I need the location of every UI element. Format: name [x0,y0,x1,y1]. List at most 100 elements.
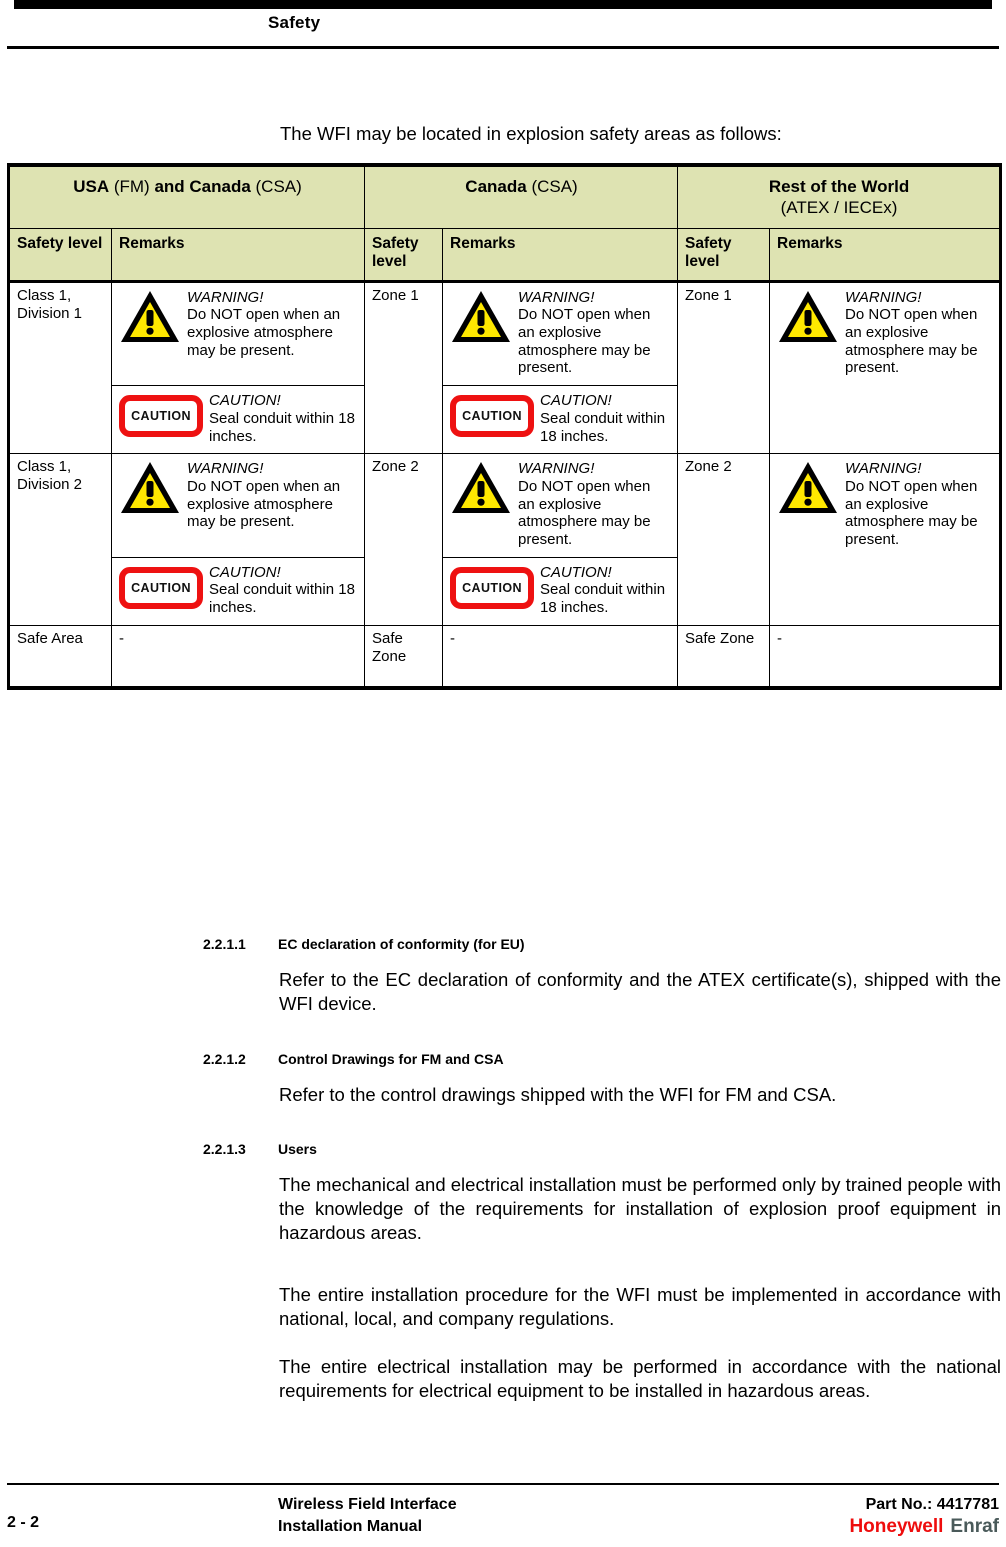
explosion-safety-areas-table: USA (FM) and Canada (CSA) Canada (CSA) R… [7,163,1003,690]
canada-caution-text-row2: CAUTION! Seal conduit within 18 inches. [540,564,671,617]
section-number-2-2-1-2: 2.2.1.2 [203,1051,246,1067]
usa-caution-body-row2: Seal conduit within 18 inches. [209,581,355,616]
header-group-world-reg: (ATEX / IECEx) [780,198,898,218]
table-group-header-row: USA (FM) and Canada (CSA) Canada (CSA) R… [7,163,1003,229]
honeywell-wordmark: Honeywell [849,1516,944,1537]
cell-world-safe-remarks: - [769,624,1003,690]
section-body-2-2-1-3-para3: The entire electrical installation may b… [279,1356,1001,1402]
table-row-safe-area: Safe Area - Safe Zone - Safe Zone - [7,624,1003,690]
usa-warning-body-row1: Do NOT open when an explosive atmosphere… [187,306,341,359]
page-top-rule [14,0,992,9]
cell-canada-warning-row2: WARNING! Do NOT open when an explosive a… [441,453,679,558]
section-title-2-2-1-1: EC declaration of conformity (for EU) [278,936,525,952]
cell-usa-safe-remarks: - [111,624,365,690]
cell-usa-caution-row1: CAUTION CAUTION! Seal conduit within 18 … [111,385,365,455]
header-group-canada-reg: (CSA) [526,177,578,196]
header-group-world: Rest of the World (ATEX / IECEx) [677,163,1003,229]
honeywell-enraf-logo: Honeywell Enraf [849,1516,999,1538]
usa-caution-text-row1: CAUTION! Seal conduit within 18 inches. [209,392,358,445]
usa-warning-lead-row1: WARNING! [187,288,264,306]
intro-text: The WFI may be located in explosion safe… [280,123,782,144]
caution-icon-label: CAUTION [462,580,522,595]
header-group-canada-bold: Canada [465,177,527,196]
subheader-usa-remarks: Remarks [111,227,365,283]
section-body-2-2-1-3-para2: The entire installation procedure for th… [279,1284,1001,1330]
cell-usa-caution-row2: CAUTION CAUTION! Seal conduit within 18 … [111,556,365,626]
caution-box-icon: CAUTION [119,395,203,438]
enraf-wordmark: Enraf [950,1516,999,1537]
cell-usa-safe-level: Safe Area [7,624,112,690]
canada-caution-body-row1: Seal conduit within 18 inches. [540,409,666,445]
world-warning-body-row1: Do NOT open when an explosive atmosphere… [845,306,978,377]
section-number-2-2-1-3: 2.2.1.3 [203,1141,246,1157]
header-group-world-bold: Rest of the World [768,177,910,196]
cell-world-level-row2: Zone 2 [677,453,771,626]
section-title-2-2-1-2: Control Drawings for FM and CSA [278,1051,504,1067]
cell-canada-level-row1: Zone 1 [364,280,443,455]
cell-usa-level-row1: Class 1, Division 1 [7,280,112,455]
footer-document-title: Wireless Field Interface [278,1496,457,1513]
world-warning-body-row2: Do NOT open when an explosive atmosphere… [845,477,978,548]
cell-world-warning-row1: WARNING! Do NOT open when an explosive a… [769,280,1003,455]
canada-caution-lead-row2: CAUTION! [540,563,612,581]
section-body-2-2-1-2: Refer to the control drawings shipped wi… [279,1084,837,1105]
section-title-2-2-1-3: Users [278,1141,317,1157]
canada-warning-body-row2: Do NOT open when an explosive atmosphere… [518,477,651,548]
subheader-canada-remarks: Remarks [441,227,679,283]
cell-usa-level-row2: Class 1, Division 2 [7,453,112,626]
usa-warning-text-row2: WARNING! Do NOT open when an explosive a… [187,460,358,531]
section-number-2-2-1-1: 2.2.1.1 [203,936,246,952]
table-row: Class 1, Division 1 WARNING! Do NOT open… [7,280,1003,455]
caution-box-icon: CAUTION [119,566,203,609]
caution-box-icon: CAUTION [450,566,534,609]
footer-rule [7,1483,999,1485]
canada-warning-text-row2: WARNING! Do NOT open when an explosive a… [518,460,671,548]
caution-icon-label: CAUTION [131,580,191,595]
usa-warning-lead-row2: WARNING! [187,460,264,478]
header-group-canada: Canada (CSA) [363,163,679,229]
usa-caution-text-row2: CAUTION! Seal conduit within 18 inches. [209,564,358,617]
world-warning-lead-row1: WARNING! [845,288,922,306]
footer-part-number: Part No.: 4417781 [865,1496,999,1513]
cell-usa-warning-row2: WARNING! Do NOT open when an explosive a… [111,453,365,558]
canada-warning-text-row1: WARNING! Do NOT open when an explosive a… [518,289,671,377]
subheader-usa-safety-level: Safety level [7,227,112,283]
cell-usa-warning-row1: WARNING! Do NOT open when an explosive a… [111,280,365,387]
warning-triangle-icon [452,290,510,342]
cell-canada-safe-remarks: - [441,624,679,690]
warning-triangle-icon [121,290,179,342]
usa-caution-body-row1: Seal conduit within 18 inches. [209,409,355,445]
cell-world-warning-row2: WARNING! Do NOT open when an explosive a… [769,453,1003,626]
world-warning-text-row2: WARNING! Do NOT open when an explosive a… [845,460,993,548]
canada-warning-lead-row2: WARNING! [518,460,595,478]
world-warning-lead-row2: WARNING! [845,460,922,478]
subheader-world-remarks: Remarks [769,227,1003,283]
page-header-title: Safety [268,13,321,32]
usa-warning-body-row2: Do NOT open when an explosive atmosphere… [187,477,341,531]
page-header-rule [7,46,999,49]
section-body-2-2-1-1: Refer to the EC declaration of conformit… [279,969,1001,1015]
canada-caution-lead-row1: CAUTION! [540,392,612,410]
caution-icon-label: CAUTION [462,409,522,424]
subheader-canada-safety-level: Safety level [364,227,443,283]
cell-world-safe-level: Safe Zone [677,624,771,690]
canada-caution-text-row1: CAUTION! Seal conduit within 18 inches. [540,392,671,445]
usa-warning-text-row1: WARNING! Do NOT open when an explosive a… [187,289,358,360]
cell-world-level-row1: Zone 1 [677,280,771,455]
cell-canada-caution-row1: CAUTION CAUTION! Seal conduit within 18 … [441,385,679,455]
caution-icon-label: CAUTION [131,409,191,424]
warning-triangle-icon [779,462,838,514]
cell-canada-caution-row2: CAUTION CAUTION! Seal conduit within 18 … [441,556,679,626]
canada-caution-body-row2: Seal conduit within 18 inches. [540,581,666,616]
footer-page-number: 2 - 2 [7,1514,40,1531]
cell-canada-level-row2: Zone 2 [364,453,443,626]
table-subheader-row: Safety level Remarks Safety level Remark… [7,227,1003,283]
usa-caution-lead-row2: CAUTION! [209,563,281,581]
header-group-usa-reg2: (CSA) [250,177,302,196]
warning-triangle-icon [779,290,838,342]
caution-box-icon: CAUTION [450,395,534,438]
usa-caution-lead-row1: CAUTION! [209,392,281,410]
cell-canada-warning-row1: WARNING! Do NOT open when an explosive a… [441,280,679,387]
canada-warning-lead-row1: WARNING! [518,288,595,306]
warning-triangle-icon [452,462,510,514]
